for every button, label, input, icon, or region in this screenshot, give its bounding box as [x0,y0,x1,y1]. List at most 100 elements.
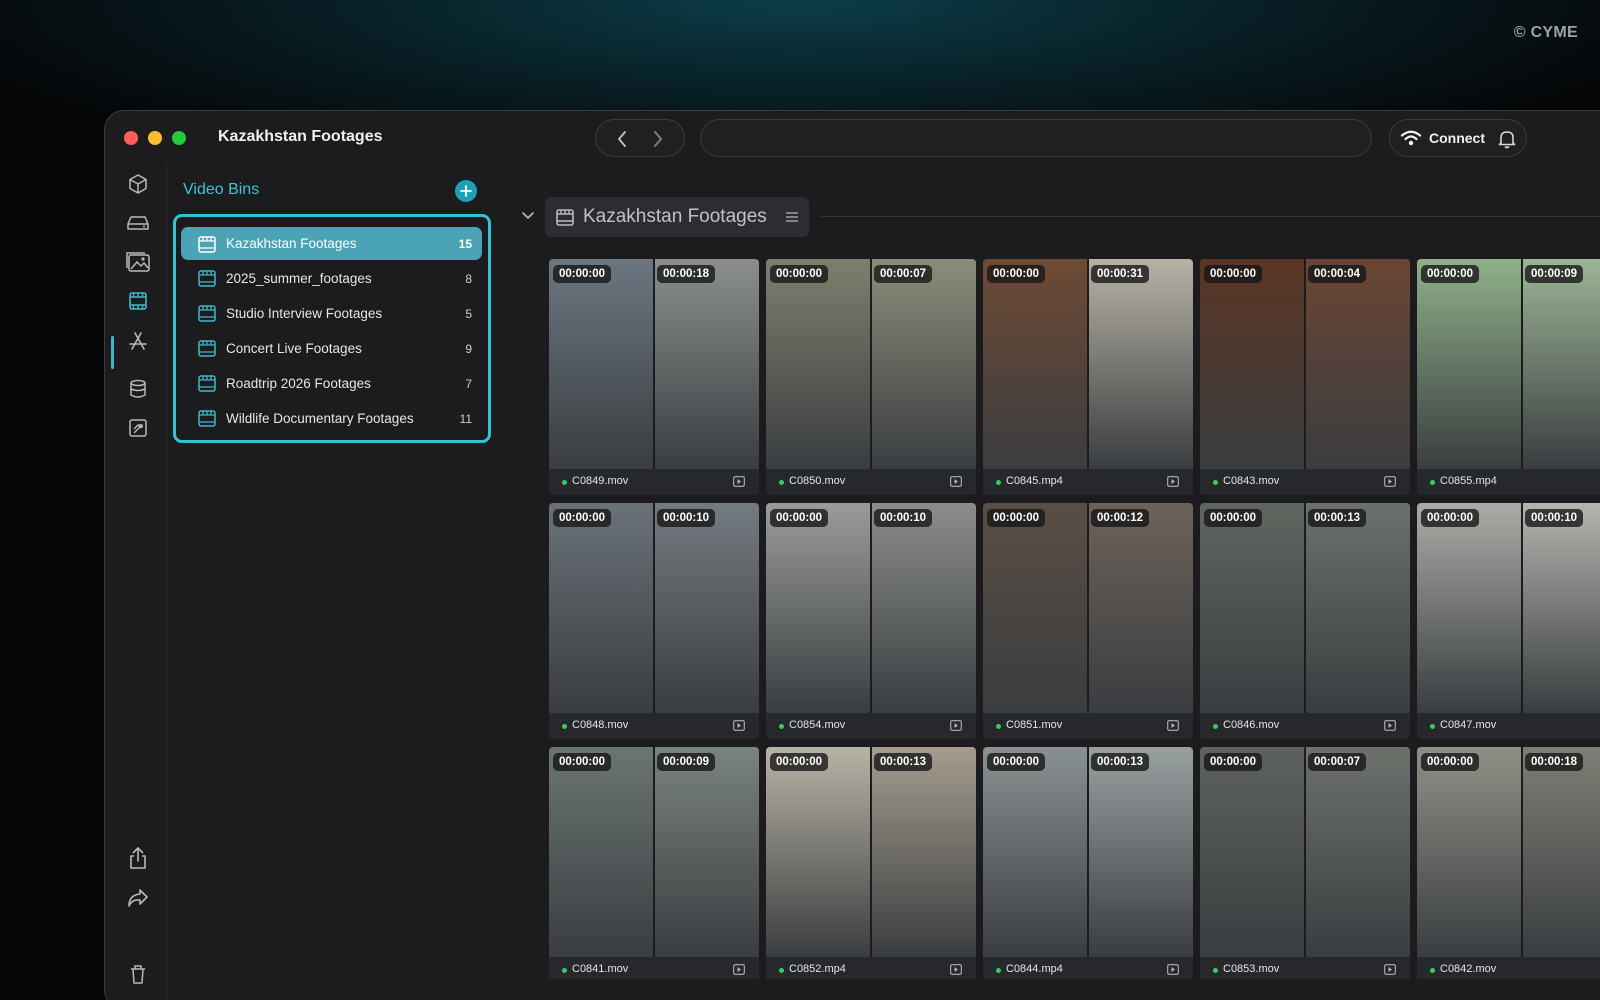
bin-item[interactable]: Wildlife Documentary Footages 11 [181,401,482,436]
status-dot [779,480,784,485]
start-timecode: 00:00:00 [770,753,829,771]
add-bin-button[interactable] [455,180,477,202]
start-timecode: 00:00:00 [987,265,1046,283]
bin-item[interactable]: Kazakhstan Footages 15 [181,227,482,260]
drive-icon[interactable] [125,210,151,236]
bin-item[interactable]: Studio Interview Footages 5 [181,296,482,331]
status-dot [779,968,784,973]
search-input[interactable] [700,119,1372,157]
clip-card[interactable]: 00:00:00 00:00:09 C0855.mp4 [1417,259,1600,495]
bell-icon[interactable] [1498,129,1516,149]
status-dot [779,724,784,729]
start-timecode: 00:00:00 [553,753,612,771]
clip-card[interactable]: 00:00:00 00:00:04 C0843.mov [1200,259,1410,495]
start-timecode: 00:00:00 [553,265,612,283]
end-timecode: 00:00:12 [1091,509,1150,527]
forward-share-icon[interactable] [125,885,151,911]
clip-card[interactable]: 00:00:00 00:00:10 C0847.mov [1417,503,1600,739]
bin-label: 2025_summer_footages [226,271,372,286]
navigation-controls [595,119,685,157]
bin-count: 7 [465,376,472,391]
chevron-down-icon[interactable] [521,211,535,221]
start-timecode: 00:00:00 [987,509,1046,527]
end-timecode: 00:00:09 [657,753,716,771]
play-icon[interactable] [1167,720,1179,731]
cube-icon[interactable] [125,171,151,197]
film-bin-icon [198,305,216,322]
thumbnail-end-frame [1523,259,1600,469]
convert-icon[interactable] [125,415,151,441]
bin-label: Roadtrip 2026 Footages [226,376,371,391]
bin-header[interactable]: Kazakhstan Footages [545,197,809,237]
thumbnail-end-frame [1089,503,1193,713]
clip-footer: C0851.mov [983,713,1193,739]
storage-icon[interactable] [125,376,151,402]
forward-button[interactable] [646,128,670,150]
clip-footer: C0844.mp4 [983,957,1193,979]
status-dot [562,480,567,485]
bin-label: Studio Interview Footages [226,306,383,321]
bin-item[interactable]: Roadtrip 2026 Footages 7 [181,366,482,401]
bin-item[interactable]: 2025_summer_footages 8 [181,261,482,296]
menu-icon[interactable] [785,211,799,223]
clip-card[interactable]: 00:00:00 00:00:10 C0848.mov [549,503,759,739]
bin-count: 5 [465,306,472,321]
header-divider [821,216,1600,217]
clip-card[interactable]: 00:00:00 00:00:12 C0851.mov [983,503,1193,739]
clip-footer: C0853.mov [1200,957,1410,979]
thumbnail-end-frame [1089,747,1193,957]
clip-footer: C0848.mov [549,713,759,739]
clip-card[interactable]: 00:00:00 00:00:10 C0854.mov [766,503,976,739]
app-store-icon[interactable] [125,328,151,354]
clip-footer: C0842.mov [1417,957,1600,979]
clip-filename: C0851.mov [1006,719,1063,731]
clip-card[interactable]: 00:00:00 00:00:07 C0853.mov [1200,747,1410,979]
play-icon[interactable] [733,720,745,731]
play-icon[interactable] [733,476,745,487]
clip-card[interactable]: 00:00:00 00:00:31 C0845.mp4 [983,259,1193,495]
play-icon[interactable] [950,476,962,487]
clip-filename: C0847.mov [1440,719,1497,731]
clip-card[interactable]: 00:00:00 00:00:18 C0849.mov [549,259,759,495]
play-icon[interactable] [950,964,962,975]
minimize-window-button[interactable] [148,131,162,145]
clip-grid: 00:00:00 00:00:18 C0849.mov 00:00:00 00:00:0… [549,259,1600,979]
thumbnail-end-frame [655,259,759,469]
clip-filename: C0854.mov [789,719,846,731]
chevron-right-icon [654,131,662,147]
play-icon[interactable] [1384,476,1396,487]
back-button[interactable] [610,128,634,150]
clip-card[interactable]: 00:00:00 00:00:18 C0842.mov [1417,747,1600,979]
clip-filename: C0846.mov [1223,719,1280,731]
clip-card[interactable]: 00:00:00 00:00:13 C0846.mov [1200,503,1410,739]
photos-icon[interactable] [125,249,151,275]
trash-icon[interactable] [125,961,151,987]
clip-card[interactable]: 00:00:00 00:00:07 C0850.mov [766,259,976,495]
active-indicator [111,336,114,369]
connect-button[interactable]: Connect [1389,119,1527,157]
play-icon[interactable] [1384,964,1396,975]
play-icon[interactable] [950,720,962,731]
clip-card[interactable]: 00:00:00 00:00:09 C0841.mov [549,747,759,979]
share-icon[interactable] [125,845,151,871]
end-timecode: 00:00:10 [657,509,716,527]
thumbnail-end-frame [872,503,976,713]
clip-filename: C0849.mov [572,475,629,487]
thumbnail-end-frame [872,747,976,957]
video-bins-icon[interactable] [125,288,151,314]
clip-card[interactable]: 00:00:00 00:00:13 C0844.mp4 [983,747,1193,979]
thumbnail-start-frame [1417,503,1521,713]
status-dot [1213,968,1218,973]
play-icon[interactable] [1167,964,1179,975]
bin-item[interactable]: Concert Live Footages 9 [181,331,482,366]
play-icon[interactable] [1384,720,1396,731]
video-bins-sidebar: Video Bins Kazakhstan Footages 15 2025_s… [168,163,498,1000]
bin-header-title: Kazakhstan Footages [583,206,767,227]
play-icon[interactable] [1167,476,1179,487]
clip-filename: C0848.mov [572,719,629,731]
clip-card[interactable]: 00:00:00 00:00:13 C0852.mp4 [766,747,976,979]
close-window-button[interactable] [124,131,138,145]
thumbnail-end-frame [1523,747,1600,957]
play-icon[interactable] [733,964,745,975]
zoom-window-button[interactable] [172,131,186,145]
